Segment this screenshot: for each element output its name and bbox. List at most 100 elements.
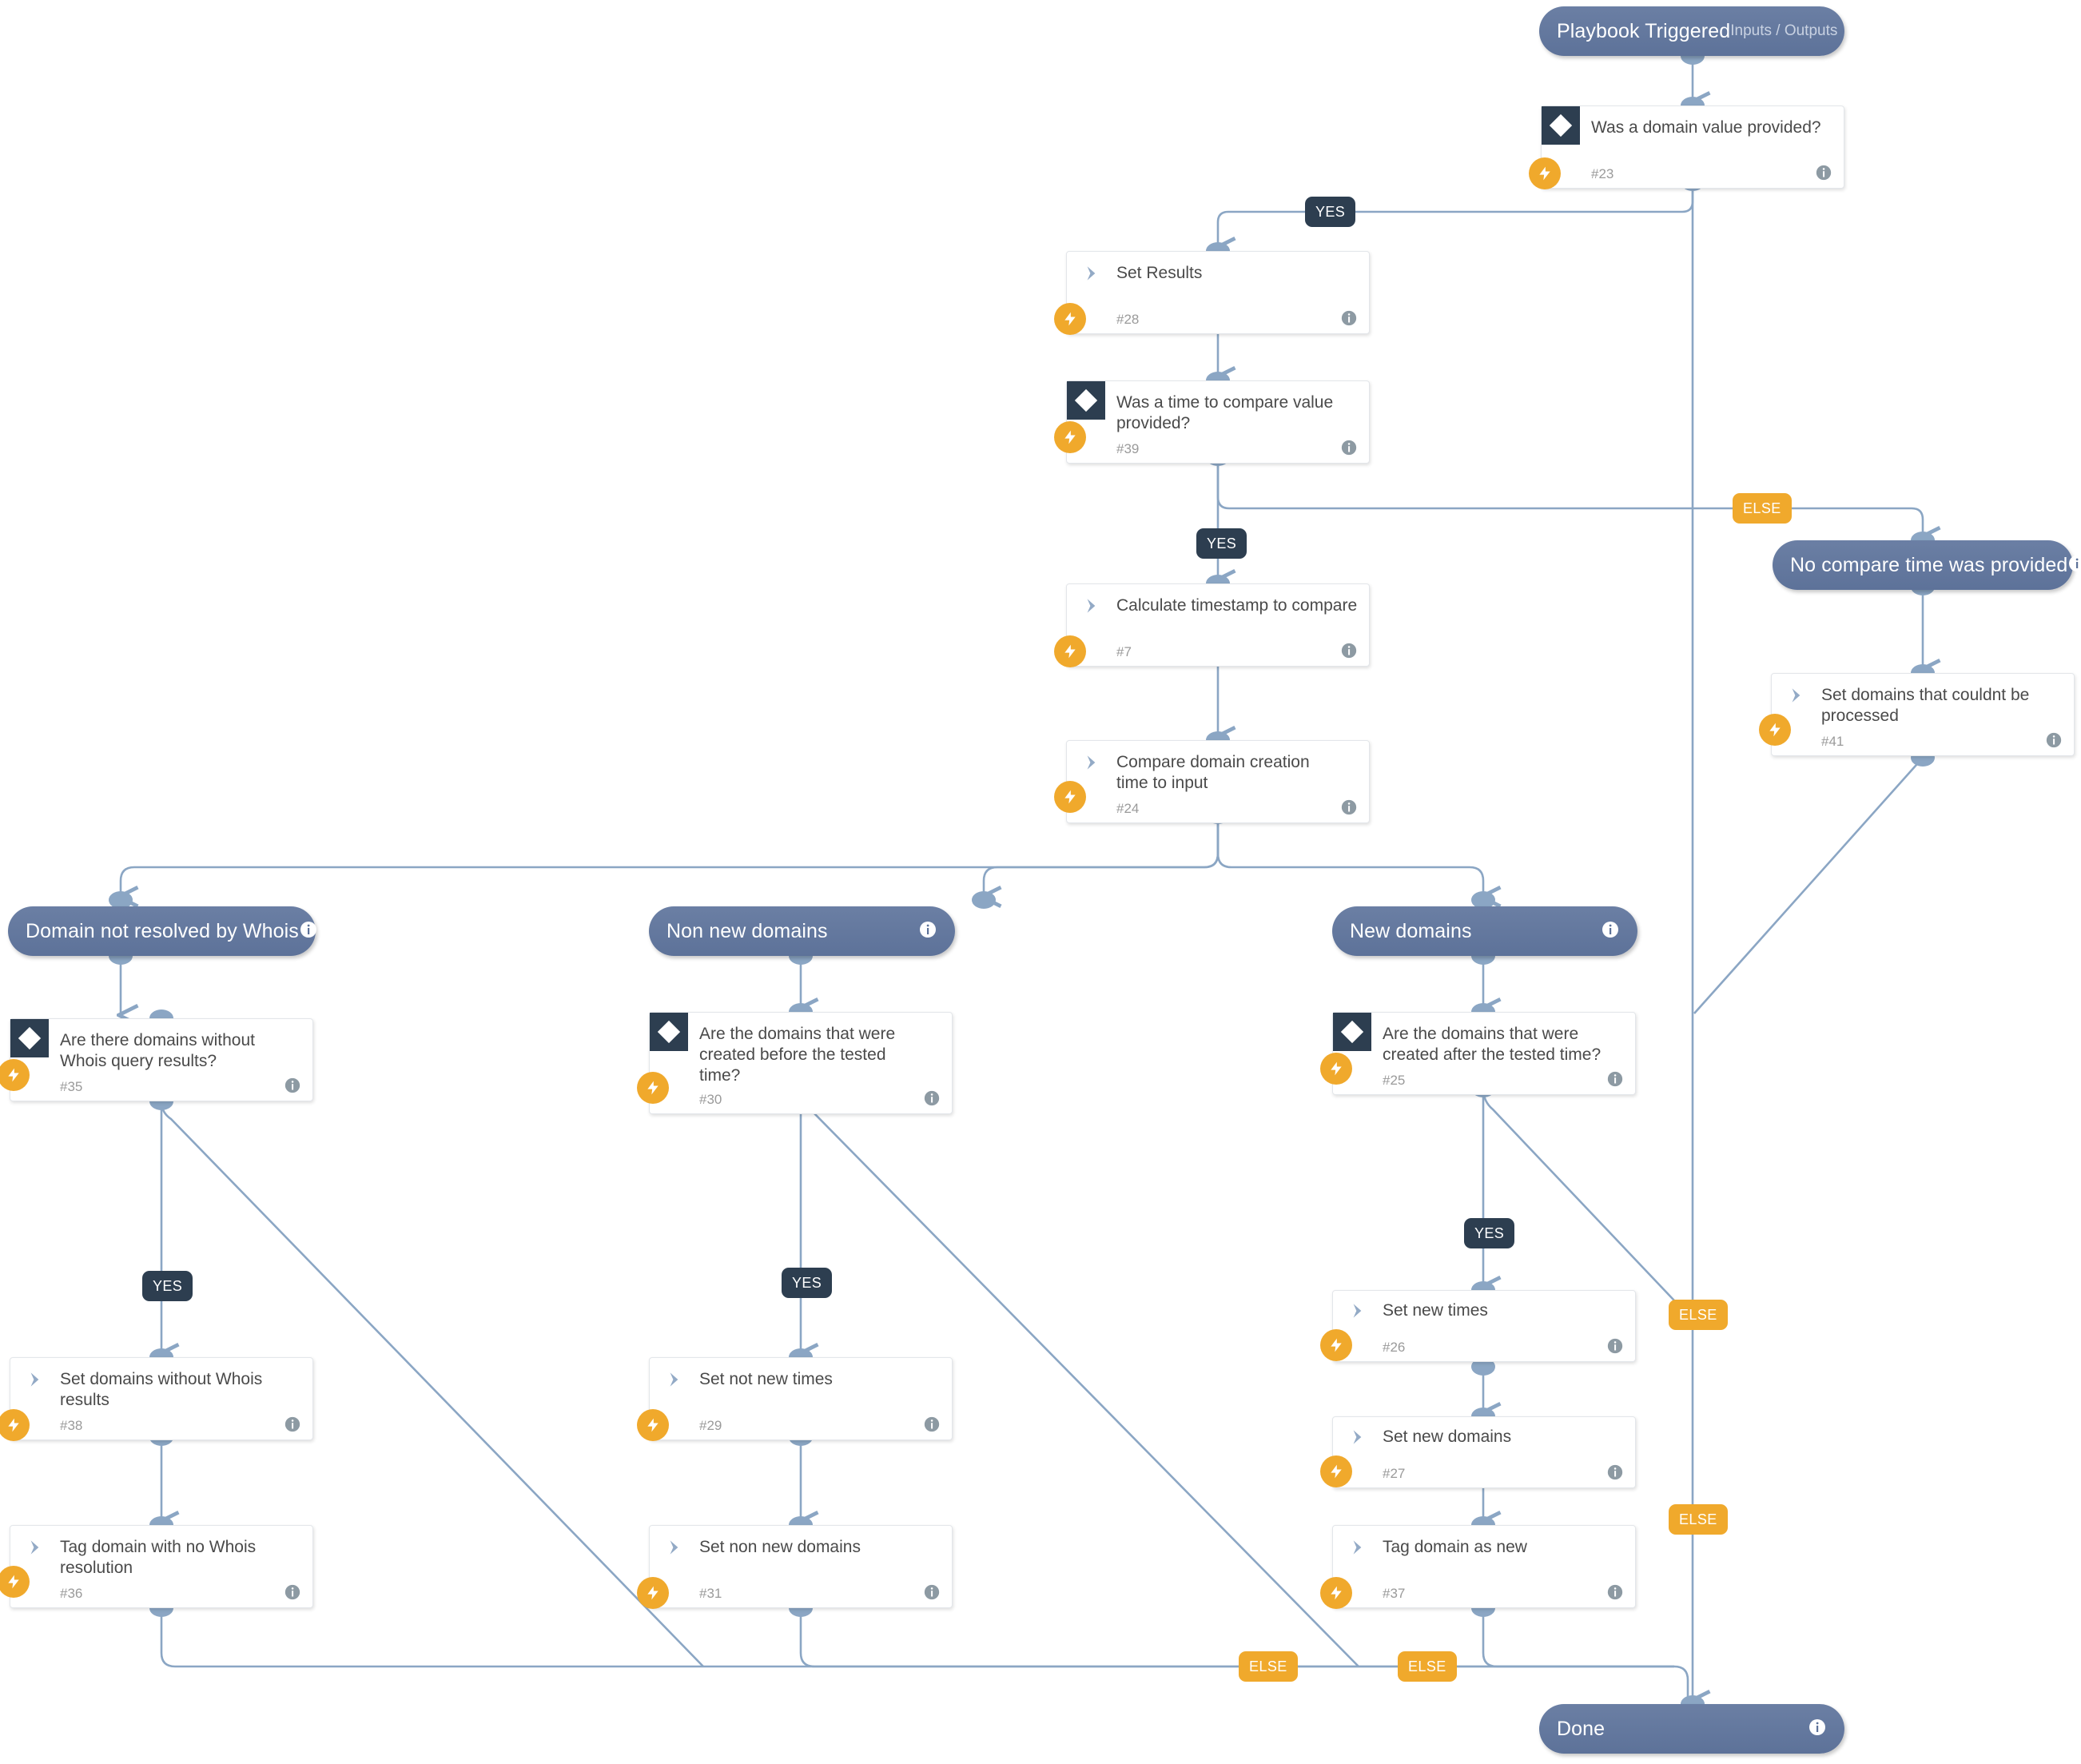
branch-badge-else[interactable]: ELSE bbox=[1733, 493, 1792, 524]
automation-bolt-icon bbox=[0, 1059, 30, 1091]
info-icon[interactable] bbox=[1340, 309, 1358, 331]
info-icon[interactable] bbox=[923, 1089, 941, 1111]
node-set-new-domains[interactable]: Set new domains #27 bbox=[1320, 1416, 1636, 1488]
branch-badge-else[interactable]: ELSE bbox=[1239, 1651, 1298, 1682]
section-no-compare-time-was-provided[interactable]: No compare time was provided bbox=[1773, 540, 2081, 590]
card-footer: #38 bbox=[0, 1409, 312, 1441]
node-are-the-domains-created-after-the-tested-time[interactable]: Are the domains that were created after … bbox=[1320, 1012, 1636, 1095]
automation-bolt-icon bbox=[1759, 714, 1791, 746]
condition-diamond-icon bbox=[10, 1019, 49, 1057]
node-playbook-triggered[interactable]: Playbook Triggered Inputs / Outputs bbox=[1539, 6, 1844, 56]
card-title: Was a domain value provided? bbox=[1591, 118, 1821, 137]
card-title: Are the domains that were created after … bbox=[1383, 1025, 1602, 1064]
automation-bolt-icon bbox=[1320, 1053, 1352, 1085]
node-compare-domain-creation-time-to-input[interactable]: Compare domain creation time to input #2… bbox=[1054, 740, 1370, 823]
card-footer: #28 bbox=[1054, 303, 1369, 335]
badge-label: ELSE bbox=[1249, 1658, 1287, 1674]
section-title: Domain not resolved by Whois bbox=[26, 919, 299, 942]
info-icon[interactable] bbox=[1808, 1718, 1827, 1741]
automation-bolt-icon bbox=[637, 1072, 669, 1104]
automation-bolt-icon bbox=[1054, 421, 1086, 453]
branch-badge-yes[interactable]: YES bbox=[782, 1268, 833, 1298]
card-title: Calculate timestamp to compare bbox=[1116, 596, 1358, 615]
card-footer: #27 bbox=[1320, 1455, 1635, 1487]
branch-badge-yes[interactable]: YES bbox=[1196, 528, 1247, 559]
task-chevron-icon bbox=[1347, 1427, 1368, 1447]
badge-label: YES bbox=[1315, 203, 1346, 220]
badge-label: ELSE bbox=[1679, 1511, 1717, 1527]
card-title: Set not new times bbox=[699, 1370, 833, 1388]
info-icon[interactable] bbox=[923, 1416, 941, 1437]
info-icon[interactable] bbox=[299, 920, 318, 943]
info-icon[interactable] bbox=[284, 1416, 301, 1437]
info-icon[interactable] bbox=[1340, 798, 1358, 820]
node-set-results[interactable]: Set Results #28 bbox=[1054, 251, 1370, 335]
node-set-domains-without-whois-results[interactable]: Set domains without Whois results #38 bbox=[0, 1357, 313, 1441]
info-icon[interactable] bbox=[1601, 920, 1620, 943]
automation-bolt-icon bbox=[1529, 157, 1561, 189]
branch-badge-else[interactable]: ELSE bbox=[1398, 1651, 1457, 1682]
info-icon[interactable] bbox=[1340, 439, 1358, 460]
branch-badge-else[interactable]: ELSE bbox=[1669, 1300, 1728, 1330]
branch-badge-yes[interactable]: YES bbox=[142, 1271, 193, 1301]
card-footer: #29 bbox=[637, 1409, 952, 1441]
node-tag-domain-with-no-whois-resolution[interactable]: Tag domain with no Whois resolution #36 bbox=[0, 1525, 313, 1608]
info-icon[interactable] bbox=[918, 920, 937, 943]
node-are-the-domains-created-before-the-tested-time[interactable]: Are the domains that were created before… bbox=[637, 1012, 953, 1114]
info-icon[interactable] bbox=[284, 1583, 301, 1605]
task-chevron-icon bbox=[1081, 263, 1102, 284]
branch-badge-yes[interactable]: YES bbox=[1464, 1218, 1515, 1248]
done-title: Done bbox=[1557, 1717, 1606, 1740]
node-was-a-domain-value-provided[interactable]: Was a domain value provided? #23 bbox=[1529, 106, 1844, 189]
node-tag-domain-as-new[interactable]: Tag domain as new #37 bbox=[1320, 1525, 1636, 1609]
branch-badge-yes[interactable]: YES bbox=[1305, 197, 1356, 227]
info-icon[interactable] bbox=[1815, 164, 1832, 185]
section-non-new-domains[interactable]: Non new domains bbox=[649, 906, 955, 956]
card-body: Calculate timestamp to compare bbox=[1067, 584, 1369, 639]
task-chevron-icon bbox=[1081, 595, 1102, 616]
node-set-non-new-domains[interactable]: Set non new domains #31 bbox=[637, 1525, 953, 1609]
card-footer: #30 bbox=[637, 1072, 952, 1113]
card-task-id: #26 bbox=[1383, 1340, 1406, 1355]
info-icon[interactable] bbox=[284, 1077, 301, 1098]
node-set-not-new-times[interactable]: Set not new times #29 bbox=[637, 1357, 953, 1441]
info-icon[interactable] bbox=[1606, 1583, 1624, 1605]
info-icon[interactable] bbox=[923, 1583, 941, 1605]
node-was-a-time-to-compare-value-provided[interactable]: Was a time to compare value provided? #3… bbox=[1054, 380, 1370, 464]
section-title: No compare time was provided bbox=[1790, 553, 2068, 576]
card-task-id: #31 bbox=[699, 1586, 722, 1601]
section-domain-not-resolved-by-whois[interactable]: Domain not resolved by Whois bbox=[8, 906, 316, 956]
card-body: Are the domains that were created after … bbox=[1333, 1013, 1635, 1067]
card-title: Tag domain with no Whois resolution bbox=[60, 1538, 257, 1577]
edge-layer bbox=[109, 47, 2081, 1752]
badge-label: YES bbox=[792, 1274, 822, 1291]
badge-label: ELSE bbox=[1743, 500, 1781, 516]
node-done[interactable]: Done bbox=[1539, 1704, 1844, 1754]
branch-badge-else[interactable]: ELSE bbox=[1669, 1504, 1728, 1535]
info-icon[interactable] bbox=[2067, 554, 2081, 577]
card-footer: #35 bbox=[0, 1059, 312, 1101]
condition-diamond-icon bbox=[1067, 381, 1105, 420]
card-footer: #41 bbox=[1759, 714, 2074, 755]
task-chevron-icon bbox=[25, 1537, 46, 1558]
card-task-id: #27 bbox=[1383, 1466, 1406, 1481]
card-task-id: #23 bbox=[1591, 166, 1614, 181]
automation-bolt-icon bbox=[637, 1409, 669, 1441]
automation-bolt-icon bbox=[1054, 635, 1086, 667]
section-title: New domains bbox=[1350, 919, 1472, 942]
node-set-new-times[interactable]: Set new times #26 bbox=[1320, 1290, 1636, 1362]
info-icon[interactable] bbox=[1606, 1337, 1624, 1359]
section-new-domains[interactable]: New domains bbox=[1332, 906, 1637, 956]
card-task-id: #36 bbox=[60, 1586, 83, 1601]
inputs-outputs-label[interactable]: Inputs / Outputs bbox=[1730, 22, 1837, 40]
node-set-domains-that-couldnt-be-processed[interactable]: Set domains that couldnt be processed #4… bbox=[1759, 673, 2075, 756]
card-body: Are the domains that were created before… bbox=[650, 1013, 952, 1086]
info-icon[interactable] bbox=[1340, 642, 1358, 663]
info-icon[interactable] bbox=[2045, 731, 2063, 753]
badge-label: YES bbox=[153, 1277, 183, 1294]
node-are-there-domains-without-whois-query-results[interactable]: Are there domains without Whois query re… bbox=[0, 1018, 313, 1101]
card-footer: #36 bbox=[0, 1566, 312, 1607]
info-icon[interactable] bbox=[1606, 1070, 1624, 1092]
node-calculate-timestamp-to-compare[interactable]: Calculate timestamp to compare #7 bbox=[1054, 583, 1370, 667]
info-icon[interactable] bbox=[1606, 1463, 1624, 1485]
